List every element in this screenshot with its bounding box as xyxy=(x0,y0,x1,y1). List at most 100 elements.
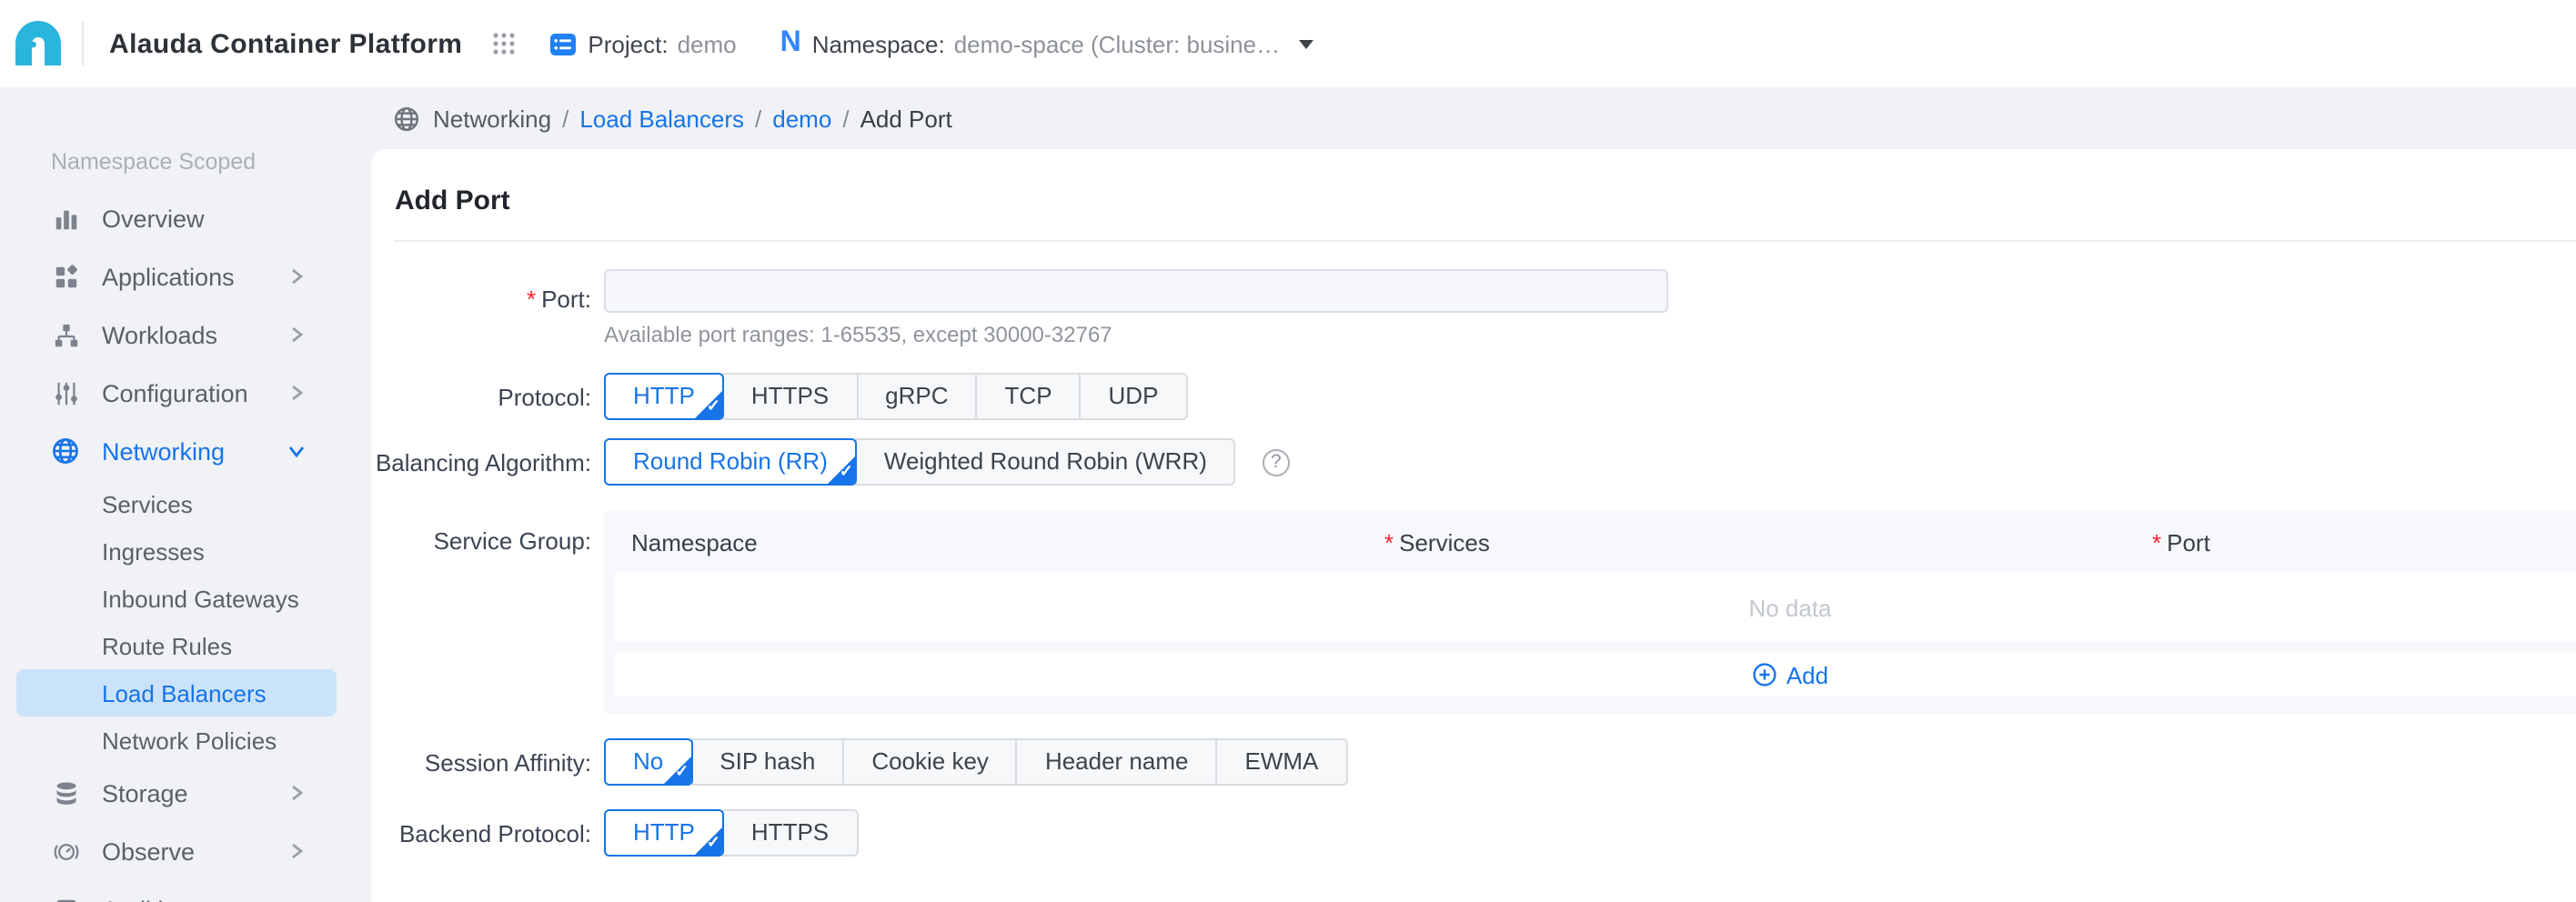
sidebar-item-label: Configuration xyxy=(102,379,248,406)
port-hint: Available port ranges: 1-65535, except 3… xyxy=(604,322,1668,347)
add-port-form-card: Add Port *Port: Available port ranges: 1… xyxy=(371,149,2576,902)
protocol-option-http[interactable]: HTTP xyxy=(604,373,724,420)
sidebar-subitem-network-policies[interactable]: Network Policies xyxy=(0,717,371,764)
namespace-logo-icon: N xyxy=(780,27,801,60)
sidebar-item-label: Auditing xyxy=(102,896,191,902)
breadcrumb-current: Add Port xyxy=(860,105,952,132)
balancing-algorithm-options: Round Robin (RR) Weighted Round Robin (W… xyxy=(604,438,1236,486)
backend-protocol-options: HTTP HTTPS xyxy=(604,809,858,857)
port-input[interactable] xyxy=(604,269,1668,313)
breadcrumb-link-load-balancers[interactable]: Load Balancers xyxy=(579,105,744,132)
protocol-option-https[interactable]: HTTPS xyxy=(722,373,858,420)
globe-icon xyxy=(51,436,80,466)
add-service-row: Add xyxy=(615,653,2576,697)
protocol-option-grpc[interactable]: gRPC xyxy=(856,373,977,420)
balancing-option-wrr[interactable]: Weighted Round Robin (WRR) xyxy=(855,438,1236,486)
breadcrumb-item: Networking xyxy=(433,105,551,132)
auditing-icon xyxy=(51,895,80,902)
column-header-port: *Port xyxy=(2132,528,2576,556)
session-affinity-options: No SIP hash Cookie key Header name EWMA xyxy=(604,738,1347,786)
sliders-icon xyxy=(51,378,80,407)
app-root: Alauda Container Platform Project: demo xyxy=(0,0,2576,902)
namespace-label: Namespace: xyxy=(812,30,945,57)
sidebar-item-label: Storage xyxy=(102,779,188,807)
breadcrumb-separator: / xyxy=(842,105,849,132)
service-group-table: Namespace *Services *Port No data xyxy=(604,511,2576,715)
empty-state-row: No data xyxy=(615,573,2576,642)
sidebar-item-networking[interactable]: Networking xyxy=(0,422,371,480)
project-icon xyxy=(549,30,577,57)
chevron-right-icon xyxy=(287,267,306,286)
chevron-down-icon xyxy=(287,442,306,460)
chevron-right-icon xyxy=(287,784,306,802)
sidebar-item-label: Observe xyxy=(102,837,195,865)
plus-circle-icon xyxy=(1752,662,1777,687)
sidebar-item-label: Applications xyxy=(102,263,235,290)
session-option-ewma[interactable]: EWMA xyxy=(1216,738,1348,786)
no-data-text: No data xyxy=(1748,594,1831,621)
sidebar-subitem-load-balancers[interactable]: Load Balancers xyxy=(16,669,337,717)
project-label: Project: xyxy=(588,30,668,57)
column-header-services: *Services xyxy=(1364,528,2132,556)
protocol-option-udp[interactable]: UDP xyxy=(1080,373,1188,420)
sidebar-item-applications[interactable]: Applications xyxy=(0,247,371,306)
sidebar-item-label: Overview xyxy=(102,205,205,232)
backend-option-http[interactable]: HTTP xyxy=(604,809,724,857)
service-group-table-header: Namespace *Services *Port xyxy=(604,511,2576,573)
project-value: demo xyxy=(678,30,737,57)
applications-icon xyxy=(51,262,80,291)
balancing-algorithm-label: Balancing Algorithm: xyxy=(371,448,591,476)
sidebar: Namespace Scoped Overview xyxy=(0,87,371,902)
session-option-cookie-key[interactable]: Cookie key xyxy=(842,738,1018,786)
sidebar-subitem-services[interactable]: Services xyxy=(0,480,371,527)
sidebar-item-label: Workloads xyxy=(102,321,217,348)
port-row: *Port: Available port ranges: 1-65535, e… xyxy=(371,269,2576,347)
sidebar-item-observe[interactable]: Observe xyxy=(0,822,371,880)
globe-icon xyxy=(393,105,420,132)
topbar-divider xyxy=(82,22,84,65)
table-row-gap xyxy=(604,642,2576,653)
sidebar-subitem-inbound-gateways[interactable]: Inbound Gateways xyxy=(0,575,371,622)
breadcrumb-link-demo[interactable]: demo xyxy=(772,105,831,132)
page-title: Add Port xyxy=(395,185,2576,216)
service-group-label: Service Group: xyxy=(371,511,591,555)
sidebar-subitem-label: Network Policies xyxy=(102,727,277,754)
app-title: Alauda Container Platform xyxy=(109,28,462,59)
balancing-algorithm-row: Balancing Algorithm: Round Robin (RR) We… xyxy=(371,438,2576,486)
protocol-option-tcp[interactable]: TCP xyxy=(976,373,1082,420)
port-label: *Port: xyxy=(371,269,591,313)
sidebar-subitem-ingresses[interactable]: Ingresses xyxy=(0,527,371,575)
add-service-button[interactable]: Add xyxy=(1752,661,1828,688)
breadcrumb: Networking / Load Balancers / demo / Add… xyxy=(393,87,952,149)
chevron-right-icon xyxy=(287,384,306,402)
caret-down-icon xyxy=(1298,39,1313,48)
sidebar-subitem-label: Load Balancers xyxy=(102,679,267,707)
protocol-options: HTTP HTTPS gRPC TCP UDP xyxy=(604,373,1187,420)
breadcrumb-separator: / xyxy=(562,105,569,132)
help-icon[interactable]: ? xyxy=(1263,448,1290,476)
session-option-header-name[interactable]: Header name xyxy=(1016,738,1218,786)
sidebar-section-label: Namespace Scoped xyxy=(51,149,371,175)
app-launcher-icon[interactable] xyxy=(486,25,522,62)
sidebar-item-auditing[interactable]: Auditing xyxy=(0,880,371,902)
backend-option-https[interactable]: HTTPS xyxy=(722,809,858,857)
session-option-no[interactable]: No xyxy=(604,738,692,786)
sidebar-subitem-label: Route Rules xyxy=(102,632,232,659)
sidebar-item-configuration[interactable]: Configuration xyxy=(0,364,371,422)
namespace-switcher[interactable]: N Namespace: demo-space (Cluster: busine… xyxy=(780,27,1313,60)
sidebar-subitem-route-rules[interactable]: Route Rules xyxy=(0,622,371,669)
project-switcher[interactable]: Project: demo xyxy=(549,30,736,57)
bar-chart-icon xyxy=(51,204,80,233)
sidebar-item-overview[interactable]: Overview xyxy=(0,189,371,247)
breadcrumb-separator: / xyxy=(755,105,761,132)
required-mark: * xyxy=(2152,528,2161,556)
column-header-namespace: Namespace xyxy=(604,528,1364,556)
balancing-option-rr[interactable]: Round Robin (RR) xyxy=(604,438,857,486)
sidebar-item-storage[interactable]: Storage xyxy=(0,764,371,822)
backend-protocol-label: Backend Protocol: xyxy=(371,819,591,847)
sidebar-item-workloads[interactable]: Workloads xyxy=(0,306,371,364)
sidebar-subitem-label: Ingresses xyxy=(102,537,205,565)
session-option-sip-hash[interactable]: SIP hash xyxy=(690,738,844,786)
namespace-value: demo-space (Cluster: busine… xyxy=(954,30,1280,57)
database-icon xyxy=(51,778,80,807)
